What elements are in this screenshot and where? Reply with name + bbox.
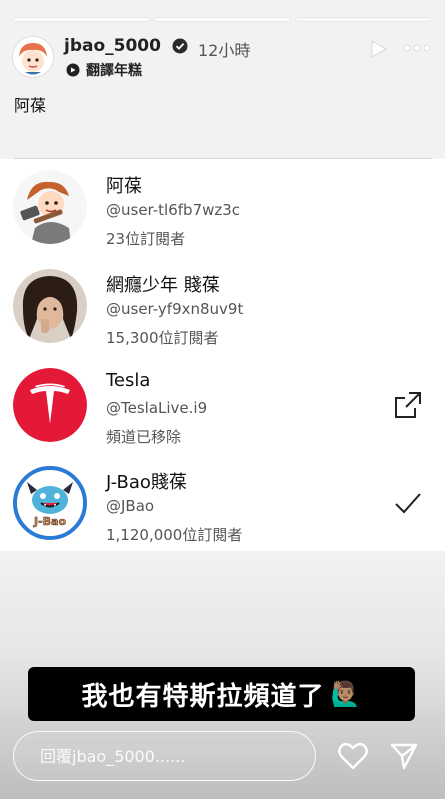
checkmark-icon[interactable]: [393, 488, 423, 518]
channel-status: 頻道已移除: [106, 428, 182, 446]
translate-label[interactable]: 翻譯年糕: [66, 60, 142, 80]
translate-label-text: 翻譯年糕: [86, 63, 142, 79]
channel-avatar-jbao-logo: J-Bao: [13, 466, 87, 540]
channel-name: 阿葆: [106, 176, 142, 197]
channel-list: 阿葆 @user-tl6fb7wz3c 23位訂閱者 網癮少年 賤葆 @user…: [0, 159, 445, 551]
story-body-text: 阿葆: [14, 96, 47, 115]
channel-avatar-cartoon: [13, 170, 87, 244]
channel-subscribers: 1,120,000位訂閱者: [106, 526, 243, 544]
channel-name: Tesla: [106, 370, 151, 391]
channel-name: J-Bao賤葆: [106, 472, 187, 493]
channel-handle: @TeslaLive.i9: [106, 399, 208, 417]
heart-icon[interactable]: [338, 742, 368, 770]
time-ago: 12小時: [198, 41, 251, 60]
channel-handle: @user-yf9xn8uv9t: [106, 300, 244, 318]
profile-avatar[interactable]: [12, 36, 54, 78]
jbao-logo-text: J-Bao: [33, 515, 66, 528]
channel-row[interactable]: J-Bao J-Bao賤葆 @JBao 1,120,000位訂閱者: [0, 455, 445, 553]
story-progress-bar: [14, 18, 431, 21]
caption-text: 我也有特斯拉頻道了: [81, 681, 325, 712]
channel-row[interactable]: Tesla @TeslaLive.i9 頻道已移除: [0, 357, 445, 455]
progress-segment-1: [14, 18, 149, 21]
channel-row[interactable]: 阿葆 @user-tl6fb7wz3c 23位訂閱者: [0, 159, 445, 257]
story-caption: 我也有特斯拉頻道了 🙋🏽‍♂️: [28, 667, 415, 721]
reply-field[interactable]: [13, 731, 316, 781]
open-external-icon[interactable]: [393, 390, 423, 420]
channel-row[interactable]: 網癮少年 賤葆 @user-yf9xn8uv9t 15,300位訂閱者: [0, 258, 445, 356]
channel-subscribers: 23位訂閱者: [106, 230, 186, 248]
channel-avatar-photo: [13, 269, 87, 343]
raising-hand-emoji-icon: 🙋🏽‍♂️: [330, 680, 362, 708]
progress-segment-3: [296, 18, 431, 21]
play-icon[interactable]: [367, 38, 389, 60]
channel-subscribers: 15,300位訂閱者: [106, 329, 219, 347]
channel-name: 網癮少年 賤葆: [106, 275, 220, 296]
verified-badge-icon: [172, 38, 188, 54]
reply-input[interactable]: [14, 732, 315, 780]
more-options-icon[interactable]: [403, 44, 431, 52]
audio-icon: [66, 63, 80, 77]
progress-segment-2: [155, 18, 290, 21]
story-header: jbao_5000 12小時 翻譯年糕: [12, 30, 433, 80]
channel-handle: @JBao: [106, 497, 155, 515]
send-icon[interactable]: [390, 742, 418, 770]
channel-handle: @user-tl6fb7wz3c: [106, 201, 241, 219]
channel-avatar-tesla-logo: [13, 368, 87, 442]
username[interactable]: jbao_5000: [64, 36, 161, 56]
